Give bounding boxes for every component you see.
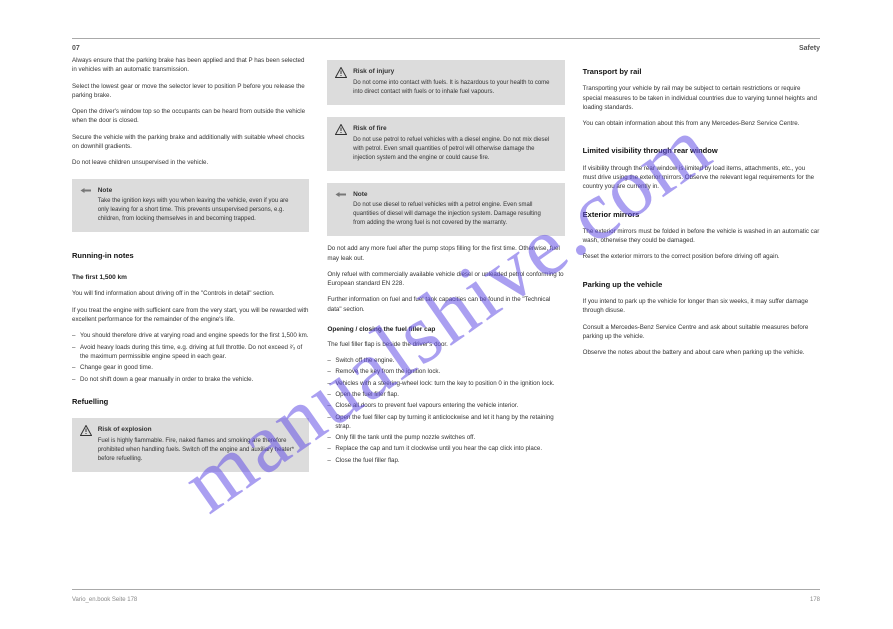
body-text: Observe the notes about the battery and …: [583, 348, 820, 357]
body-text: The exterior mirrors must be folded in b…: [583, 227, 820, 246]
body-text: Only refuel with commercially available …: [327, 270, 564, 289]
body-text: You can obtain information about this fr…: [583, 119, 820, 128]
body-text: Always ensure that the parking brake has…: [72, 56, 309, 75]
heading-refuelling: Refuelling: [72, 396, 309, 407]
bullet-list: You should therefore drive at varying ro…: [72, 331, 309, 385]
list-item: Open the fuel filler flap.: [335, 390, 564, 399]
list-item: Remove the key from the ignition lock.: [335, 367, 564, 376]
body-text: Transporting your vehicle by rail may be…: [583, 84, 820, 112]
body-text: You will find information about driving …: [72, 289, 309, 298]
subheading: Opening / closing the fuel filler cap: [327, 325, 564, 335]
warning-triangle-icon: [80, 425, 92, 436]
warning-text: Do not come into contact with fuels. It …: [353, 80, 549, 95]
warning-box: Risk of explosion Fuel is highly flammab…: [72, 418, 309, 472]
column-3: Transport by rail Transporting your vehi…: [583, 56, 820, 571]
page-header: 07 Safety: [72, 39, 820, 56]
body-text: Reset the exterior mirrors to the correc…: [583, 252, 820, 261]
footer-doc-info: Vario_en.book Seite 178: [72, 597, 137, 603]
column-2: Risk of injury Do not come into contact …: [327, 56, 564, 571]
header-section-number: 07: [72, 45, 80, 52]
body-text: The fuel filler flap is beside the drive…: [327, 340, 564, 349]
step-list: Switch off the engine. Remove the key fr…: [327, 356, 564, 467]
note-text: Do not use diesel to refuel vehicles wit…: [353, 202, 541, 226]
warning-title: Risk of explosion: [98, 425, 299, 435]
note-text: Take the ignition keys with you when lea…: [98, 198, 289, 222]
subheading: The first 1,500 km: [72, 273, 309, 283]
list-item: Close all doors to prevent fuel vapours …: [335, 401, 564, 410]
body-text: Open the driver's window top so the occu…: [72, 107, 309, 126]
warning-title: Risk of injury: [353, 67, 554, 77]
page-footer: Vario_en.book Seite 178 178: [72, 597, 820, 603]
column-1: Always ensure that the parking brake has…: [72, 56, 309, 571]
warning-text: Do not use petrol to refuel vehicles wit…: [353, 137, 549, 161]
body-text: Do not leave children unsupervised in th…: [72, 158, 309, 167]
list-item: Open the fuel filler cap by turning it a…: [335, 413, 564, 432]
warning-box: Risk of injury Do not come into contact …: [327, 60, 564, 105]
heading-parking: Parking up the vehicle: [583, 279, 820, 290]
body-text: If you treat the engine with sufficient …: [72, 306, 309, 325]
warning-box: Risk of fire Do not use petrol to refuel…: [327, 117, 564, 171]
list-item: Only fill the tank until the pump nozzle…: [335, 433, 564, 442]
heading-mirrors: Exterior mirrors: [583, 209, 820, 220]
list-item: Switch off the engine.: [335, 356, 564, 365]
note-title: Note: [98, 186, 299, 196]
list-item: Change gear in good time.: [80, 363, 309, 372]
body-text: Secure the vehicle with the parking brak…: [72, 133, 309, 152]
header-section-title: Safety: [799, 45, 820, 52]
body-text: Select the lowest gear or move the selec…: [72, 82, 309, 101]
footer-page-number: 178: [810, 597, 820, 603]
body-text: Do not add any more fuel after the pump …: [327, 244, 564, 263]
body-text: If visibility through the rear window is…: [583, 164, 820, 192]
warning-triangle-icon: [335, 124, 347, 135]
note-box: Note Take the ignition keys with you whe…: [72, 179, 309, 233]
warning-text: Fuel is highly flammable. Fire, naked fl…: [98, 438, 294, 462]
list-item: You should therefore drive at varying ro…: [80, 331, 309, 340]
heading-rail: Transport by rail: [583, 66, 820, 77]
list-item: Do not shift down a gear manually in ord…: [80, 375, 309, 384]
list-item: Avoid heavy loads during this time, e.g.…: [80, 343, 309, 362]
body-text: Further information on fuel and fuel tan…: [327, 295, 564, 314]
list-item: Close the fuel filler flap.: [335, 456, 564, 465]
hand-icon: [80, 186, 92, 195]
warning-title: Risk of fire: [353, 124, 554, 134]
list-item: Vehicles with a steering-wheel lock: tur…: [335, 379, 564, 388]
heading-running-in: Running-in notes: [72, 250, 309, 261]
note-box: Note Do not use diesel to refuel vehicle…: [327, 183, 564, 237]
heading-visibility: Limited visibility through rear window: [583, 145, 820, 156]
hand-icon: [335, 190, 347, 199]
body-text: Consult a Mercedes-Benz Service Centre a…: [583, 323, 820, 342]
document-page: 07 Safety Always ensure that the parking…: [72, 38, 820, 590]
note-title: Note: [353, 190, 554, 200]
list-item: Replace the cap and turn it clockwise un…: [335, 444, 564, 453]
warning-triangle-icon: [335, 67, 347, 78]
body-text: If you intend to park up the vehicle for…: [583, 297, 820, 316]
